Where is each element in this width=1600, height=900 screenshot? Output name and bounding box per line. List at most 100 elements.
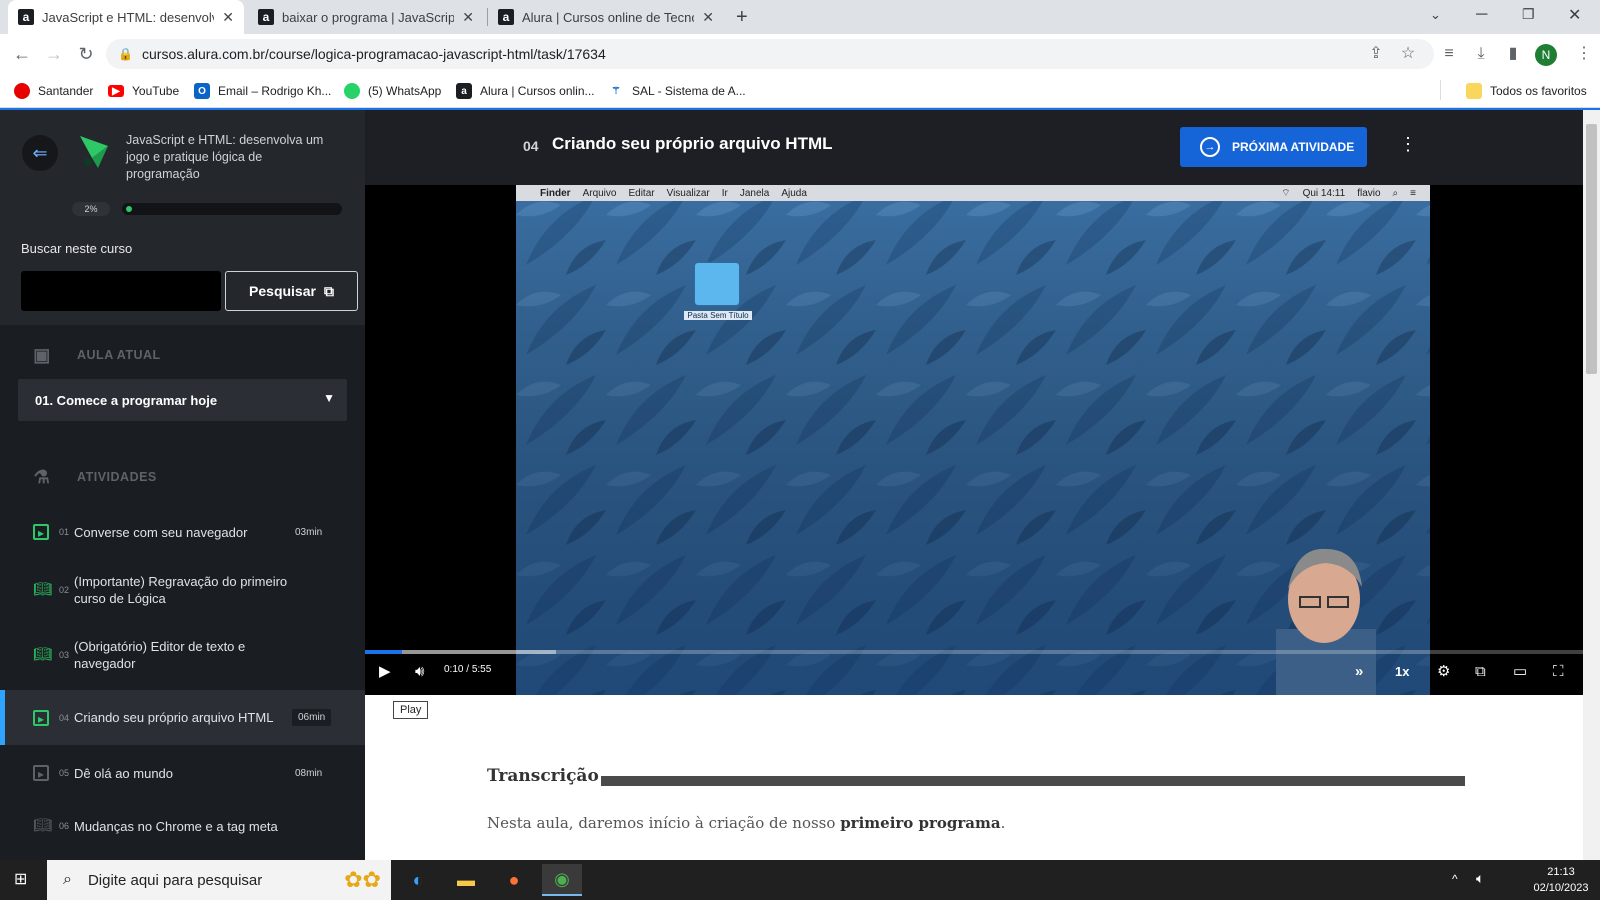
windows-taskbar: ⊞ ⌕ Digite aqui para pesquisar ✿✿ ◐ ▬ ● … xyxy=(0,860,1600,900)
next-activity-button[interactable]: → PRÓXIMA ATIVIDADE xyxy=(1180,127,1367,167)
bookmark-alura[interactable]: a Alura | Cursos onlin... xyxy=(456,82,595,100)
bookmark-label: Alura | Cursos onlin... xyxy=(480,84,595,98)
reload-icon[interactable]: ↻ xyxy=(74,42,98,66)
bookmark-youtube[interactable]: ▶ YouTube xyxy=(108,82,179,100)
bookmark-label: SAL - Sistema de A... xyxy=(632,84,746,98)
firefox-icon[interactable]: ● xyxy=(494,864,534,896)
heading-label: AULA ATUAL xyxy=(77,348,161,362)
activity-duration: 06min xyxy=(292,709,332,726)
windows-start-icon[interactable]: ⊞ xyxy=(14,871,32,889)
window-close-icon[interactable]: ✕ xyxy=(1568,5,1581,25)
alura-favicon-icon: a xyxy=(258,9,274,25)
new-tab-plus-icon[interactable]: + xyxy=(736,6,748,29)
bookmark-email[interactable]: O Email – Rodrigo Kh... xyxy=(194,82,331,100)
minimize-icon[interactable]: ─ xyxy=(1476,6,1487,24)
alura-favicon-icon: a xyxy=(456,83,472,99)
tab-alura[interactable]: a Alura | Cursos online de Tecnolo ✕ xyxy=(488,0,724,34)
fullscreen-icon[interactable]: ⛶ xyxy=(1553,662,1564,682)
course-search-input[interactable] xyxy=(21,271,221,311)
back-to-course-icon[interactable]: ⇐ xyxy=(22,135,58,171)
transcript-text-end: . xyxy=(1000,814,1006,832)
search-button[interactable]: Pesquisar ⧉ xyxy=(225,271,358,311)
activity-item-02[interactable]: 📖︎ 02 (Importante) Regravação do primeir… xyxy=(0,565,365,615)
mac-menu-item: Editar xyxy=(628,187,655,199)
video-player[interactable]: Finder Arquivo Editar Visualizar Ir Jane… xyxy=(365,185,1583,695)
play-tooltip: Play xyxy=(393,701,429,719)
total-time: 5:55 xyxy=(471,664,492,675)
skip-forward-icon[interactable]: » xyxy=(1355,662,1363,682)
lesson-number: 04 xyxy=(523,138,539,154)
activity-item-01[interactable]: ▸ 01 Converse com seu navegador 03min xyxy=(0,510,365,554)
file-explorer-icon[interactable]: ▬ xyxy=(446,864,486,896)
settings-gear-icon[interactable]: ⚙ xyxy=(1437,662,1450,682)
activity-item-06[interactable]: 📖︎ 06 Mudanças no Chrome e a tag meta xyxy=(0,804,365,848)
course-progress-bar xyxy=(122,203,342,215)
activity-item-05[interactable]: ▸ 05 Dê olá ao mundo 08min xyxy=(0,751,365,795)
mac-menu-item: Janela xyxy=(739,187,770,199)
speaker-icon[interactable]: 🔈︎ xyxy=(1476,870,1484,887)
chevron-down-icon: ▼ xyxy=(323,391,335,405)
sidebar-header: ⇐ JavaScript e HTML: desenvolva um jogo … xyxy=(0,110,365,325)
book-icon: ▣ xyxy=(33,345,51,365)
tab-baixar[interactable]: a baixar o programa | JavaScript e ✕ xyxy=(248,0,484,34)
download-icon[interactable]: ⤓ xyxy=(1469,42,1493,66)
time-display: 0:10 / 5:55 xyxy=(444,664,491,675)
tray-chevron-up-icon[interactable]: ^ xyxy=(1452,872,1458,886)
activity-number: 01 xyxy=(59,527,70,537)
page-scrollbar[interactable] xyxy=(1583,110,1600,860)
mac-menu-item: Ajuda xyxy=(781,187,807,199)
lesson-main: 04 Criando seu próprio arquivo HTML → PR… xyxy=(365,110,1583,860)
address-bar[interactable]: 🔒 cursos.alura.com.br/course/logica-prog… xyxy=(106,39,1434,69)
close-icon[interactable]: ✕ xyxy=(702,9,714,26)
chrome-icon[interactable]: ◉ xyxy=(542,864,582,896)
alura-favicon-icon: a xyxy=(498,9,514,25)
bookmark-star-icon[interactable]: ☆ xyxy=(1396,42,1420,66)
bookmark-sal[interactable]: ⚚ SAL - Sistema de A... xyxy=(608,82,746,100)
side-panel-icon[interactable]: ▮ xyxy=(1501,42,1525,66)
more-options-icon[interactable]: ⋮ xyxy=(1399,134,1417,155)
bookmark-santander[interactable]: Santander xyxy=(14,82,93,100)
activity-number: 06 xyxy=(59,821,70,831)
edge-icon[interactable]: ◐ xyxy=(398,864,438,896)
aula-select[interactable]: 01. Comece a programar hoje ▼ xyxy=(18,379,347,421)
tab-search-chevron-icon[interactable]: ⌄ xyxy=(1430,7,1441,23)
close-icon[interactable]: ✕ xyxy=(462,9,474,26)
progress-fill xyxy=(126,206,132,212)
activity-item-03[interactable]: 📖︎ 03 (Obrigatório) Editor de texto e na… xyxy=(0,630,365,680)
media-control-icon[interactable]: ≡ xyxy=(1437,42,1461,66)
menu-kebab-icon[interactable]: ⋮ xyxy=(1572,42,1596,66)
theater-mode-icon[interactable]: ▭ xyxy=(1513,662,1527,682)
transcript-text: Nesta aula, daremos início à criação de … xyxy=(487,814,841,832)
profile-avatar[interactable]: N xyxy=(1535,44,1557,66)
bookmark-label: Email – Rodrigo Kh... xyxy=(218,84,332,98)
flask-icon: ⚗ xyxy=(33,467,51,487)
youtube-icon: ▶ xyxy=(108,85,124,97)
wifi-icon: ⌔ xyxy=(1281,187,1291,199)
share-icon[interactable]: ⇪ xyxy=(1364,42,1388,66)
seek-played xyxy=(365,650,402,654)
close-icon[interactable]: ✕ xyxy=(222,9,234,26)
current-indicator xyxy=(0,690,5,745)
bookmark-whatsapp[interactable]: (5) WhatsApp xyxy=(344,82,441,100)
play-icon[interactable]: ▶ xyxy=(379,662,391,682)
playback-speed[interactable]: 1x xyxy=(1395,662,1409,682)
picture-in-picture-icon[interactable]: ⧉ xyxy=(1475,662,1486,682)
tab-active[interactable]: a JavaScript e HTML: desenvolva u ✕ xyxy=(8,0,244,34)
restore-icon[interactable]: ❐ xyxy=(1522,6,1535,23)
activity-label: Dê olá ao mundo xyxy=(74,765,174,781)
taskbar-clock[interactable]: 21:13 02/10/2023 xyxy=(1526,864,1596,896)
scrollbar-thumb[interactable] xyxy=(1586,124,1597,374)
activity-duration: 08min xyxy=(295,767,323,779)
back-arrow-icon[interactable]: ← xyxy=(10,42,34,66)
volume-icon[interactable]: 🔊︎ xyxy=(415,662,424,682)
forward-arrow-icon[interactable]: → xyxy=(42,42,66,66)
activity-item-04-current[interactable]: ▸ 04 Criando seu próprio arquivo HTML 06… xyxy=(0,690,365,745)
open-book-icon: 📖︎ xyxy=(33,646,53,663)
transcript-paragraph: Nesta aula, daremos início à criação de … xyxy=(487,814,1005,832)
activity-label: (Importante) Regravação do primeiro curs… xyxy=(74,574,288,606)
taskbar-search[interactable]: ⌕ Digite aqui para pesquisar ✿✿ xyxy=(47,860,391,900)
external-link-icon: ⧉ xyxy=(323,282,334,299)
next-activity-label: PRÓXIMA ATIVIDADE xyxy=(1232,140,1355,154)
all-bookmarks-folder[interactable]: Todos os favoritos xyxy=(1466,82,1587,100)
search-icon: ⌕ xyxy=(63,871,72,888)
